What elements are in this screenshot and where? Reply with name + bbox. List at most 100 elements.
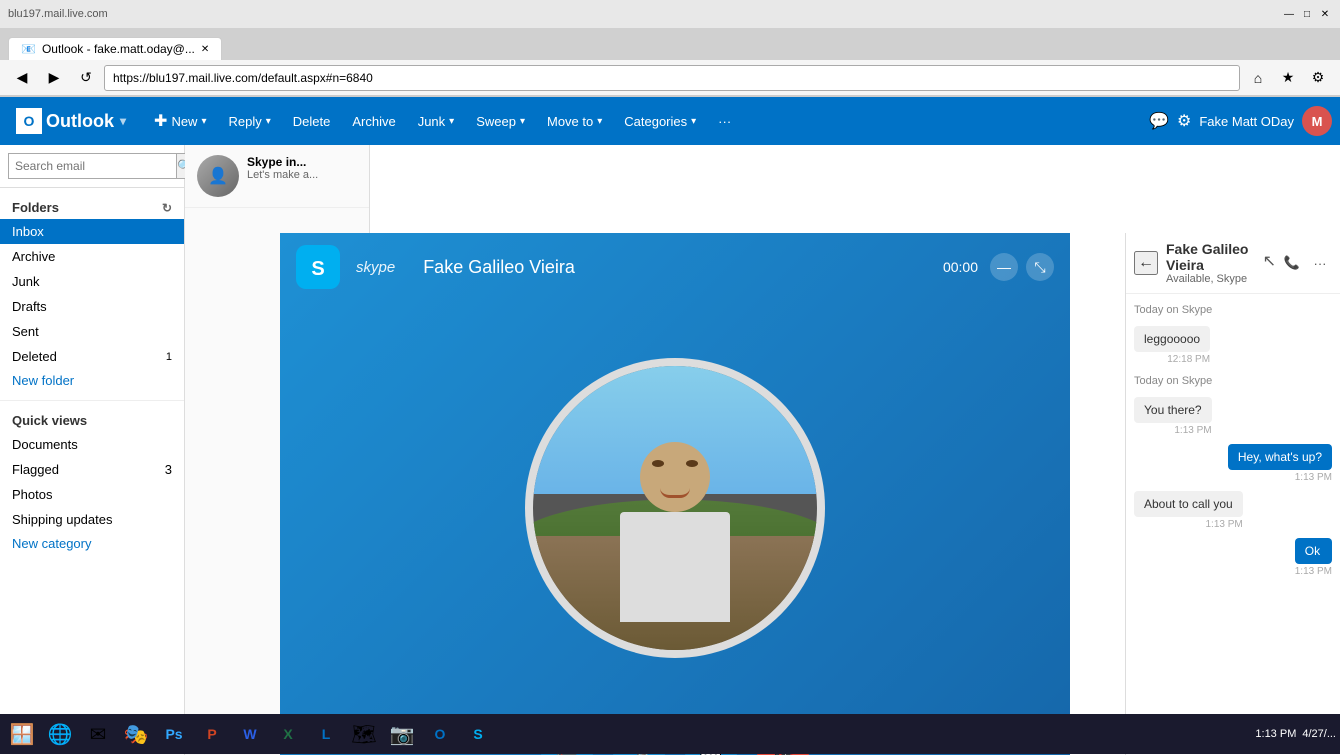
quick-views-section: Quick views Documents Flagged 3 Photos S… (0, 400, 184, 563)
chat-bubble-4: About to call you (1134, 491, 1243, 517)
skype-minimize-button[interactable]: — (990, 253, 1018, 281)
skype-logo: S (296, 245, 340, 289)
taskbar-icon-4[interactable]: 🎭 (118, 716, 154, 752)
more-button[interactable]: ··· (708, 108, 741, 135)
address-bar[interactable] (104, 65, 1240, 91)
taskbar-word[interactable]: W (232, 716, 268, 752)
reply-button[interactable]: Reply ▾ (218, 108, 280, 135)
forward-button[interactable]: ▶ (40, 64, 68, 92)
person-body (620, 512, 730, 622)
nav-icons: ⌂ ★ ⚙ (1244, 64, 1332, 92)
user-name: Fake Matt ODay (1199, 114, 1294, 129)
taskbar-ie[interactable]: 🌐 (42, 716, 78, 752)
chat-time-4: 1:13 PM (1134, 519, 1243, 530)
taskbar-camera[interactable]: 📷 (384, 716, 420, 752)
quick-view-shipping[interactable]: Shipping updates (0, 507, 184, 532)
favorites-button[interactable]: ★ (1274, 64, 1302, 92)
sweep-label: Sweep (476, 114, 516, 129)
folders-label: Folders (12, 200, 59, 215)
person-head (640, 442, 710, 512)
delete-button[interactable]: Delete (283, 108, 341, 135)
taskbar-start[interactable]: 🪟 (4, 716, 40, 752)
chat-panel: ← Fake Galileo Vieira Available, Skype ↖… (1125, 233, 1340, 755)
taskbar-outlook[interactable]: O (422, 716, 458, 752)
taskbar-powerpoint[interactable]: P (194, 716, 230, 752)
settings-icon[interactable]: ⚙ (1177, 111, 1191, 131)
chat-bubble-3: Hey, what's up? (1228, 444, 1332, 470)
logo-dropdown[interactable]: ▾ (120, 114, 126, 128)
taskbar-skype[interactable]: S (460, 716, 496, 752)
folder-junk[interactable]: Junk (0, 269, 184, 294)
email-preview: Let's make a... (247, 169, 318, 181)
svg-text:S: S (311, 258, 324, 280)
taskbar-photoshop[interactable]: Ps (156, 716, 192, 752)
active-tab[interactable]: 📧 Outlook - fake.matt.oday@... ✕ (8, 37, 222, 60)
chat-messages: Today on Skype leggooooo 12:18 PM Today … (1126, 294, 1340, 755)
outlook-app: O Outlook ▾ ✚ New ▾ Reply ▾ Delete Archi… (0, 97, 1340, 755)
refresh-button[interactable]: ↺ (72, 64, 100, 92)
folder-drafts[interactable]: Drafts (0, 294, 184, 319)
chat-time-1: 12:18 PM (1134, 354, 1210, 365)
new-category-link[interactable]: New category (0, 532, 184, 555)
taskbar-mail[interactable]: ✉ (80, 716, 116, 752)
folder-sent[interactable]: Sent (0, 319, 184, 344)
chat-back-button[interactable]: ← (1134, 251, 1158, 275)
quick-view-documents-label: Documents (12, 437, 78, 452)
new-folder-link[interactable]: New folder (0, 369, 184, 392)
chat-time-3: 1:13 PM (1228, 472, 1332, 483)
window-controls: — □ ✕ (1282, 7, 1332, 21)
skype-restore-button[interactable]: ⤡ (1026, 253, 1054, 281)
folders-refresh-icon[interactable]: ↻ (162, 201, 172, 215)
chat-message-2: You there? 1:13 PM (1134, 397, 1212, 436)
quick-view-shipping-label: Shipping updates (12, 512, 112, 527)
quick-view-flagged[interactable]: Flagged 3 (0, 457, 184, 482)
caller-photo (533, 366, 817, 650)
folder-inbox[interactable]: Inbox (0, 219, 184, 244)
taskbar-right: 1:13 PM 4/27/... (1255, 728, 1336, 740)
move-to-label: Move to (547, 114, 593, 129)
junk-dropdown-arrow: ▾ (449, 116, 454, 127)
skype-header-buttons: — ⤡ (990, 253, 1054, 281)
chat-message-4: About to call you 1:13 PM (1134, 491, 1243, 530)
move-to-button[interactable]: Move to ▾ (537, 108, 612, 135)
chat-icon[interactable]: 💬 (1149, 111, 1169, 131)
quick-view-documents[interactable]: Documents (0, 432, 184, 457)
folder-archive[interactable]: Archive (0, 244, 184, 269)
chat-header: ← Fake Galileo Vieira Available, Skype ↖… (1126, 233, 1340, 294)
skype-call-header: S skype Fake Galileo Vieira 00:00 — ⤡ (280, 233, 1070, 301)
cursor-indicator: ↖ (1263, 251, 1276, 275)
archive-button[interactable]: Archive (342, 108, 405, 135)
folder-deleted[interactable]: Deleted 1 (0, 344, 184, 369)
photo-person (610, 442, 740, 622)
caller-avatar (525, 358, 825, 658)
minimize-button[interactable]: — (1282, 7, 1296, 21)
close-button[interactable]: ✕ (1318, 7, 1332, 21)
sidebar: 🔍 Folders ↻ Inbox Archive Junk Dr (0, 145, 185, 755)
quick-view-flagged-badge: 3 (165, 462, 172, 477)
search-input[interactable] (8, 153, 177, 179)
settings-button[interactable]: ⚙ (1304, 64, 1332, 92)
quick-view-photos[interactable]: Photos (0, 482, 184, 507)
categories-button[interactable]: Categories ▾ (614, 108, 706, 135)
folders-section: Folders ↻ Inbox Archive Junk Drafts Sen (0, 188, 184, 400)
email-item[interactable]: 👤 Skype in... Let's make a... (185, 145, 369, 208)
browser-navbar: ◀ ▶ ↺ ⌂ ★ ⚙ (0, 60, 1340, 96)
user-avatar[interactable]: M (1302, 106, 1332, 136)
chat-more-icon[interactable]: ··· (1308, 251, 1332, 275)
junk-button[interactable]: Junk ▾ (408, 108, 465, 135)
new-dropdown-arrow: ▾ (201, 116, 206, 127)
home-button[interactable]: ⌂ (1244, 64, 1272, 92)
sweep-button[interactable]: Sweep ▾ (466, 108, 535, 135)
taskbar: 🪟 🌐 ✉ 🎭 Ps P W X L 🗺 📷 O S 1:13 PM 4/27/… (0, 714, 1340, 754)
chat-bubble-5: Ok (1295, 538, 1332, 564)
back-button[interactable]: ◀ (8, 64, 36, 92)
new-button[interactable]: ✚ New ▾ (144, 105, 216, 137)
chat-phone-icon[interactable]: 📞 (1280, 251, 1304, 275)
taskbar-excel[interactable]: X (270, 716, 306, 752)
maximize-button[interactable]: □ (1300, 7, 1314, 21)
tab-close-button[interactable]: ✕ (201, 44, 209, 55)
taskbar-icon-10[interactable]: 🗺 (346, 716, 382, 752)
reply-label: Reply (228, 114, 261, 129)
taskbar-icon-9[interactable]: L (308, 716, 344, 752)
skype-video-area (280, 301, 1070, 715)
